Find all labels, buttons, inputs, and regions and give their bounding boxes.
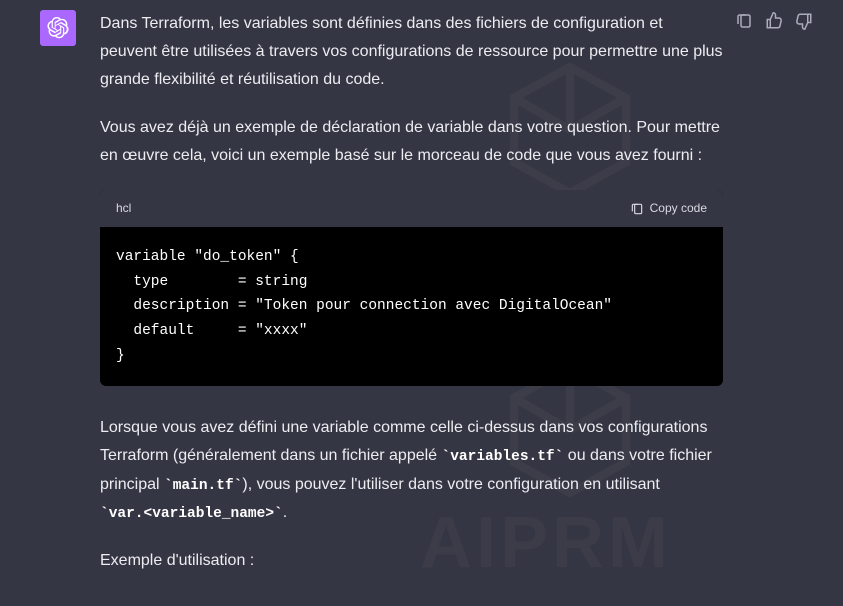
assistant-avatar bbox=[40, 10, 76, 46]
message-content: Dans Terraform, les variables sont défin… bbox=[100, 10, 723, 595]
thumbs-up-icon bbox=[765, 12, 783, 30]
code-block: hcl Copy code variable "do_token" { type… bbox=[100, 190, 723, 386]
text-span: ), vous pouvez l'utiliser dans votre con… bbox=[242, 476, 660, 493]
paragraph: Dans Terraform, les variables sont défin… bbox=[100, 10, 723, 94]
paragraph: Vous avez déjà un exemple de déclaration… bbox=[100, 114, 723, 170]
copy-message-button[interactable] bbox=[735, 12, 753, 30]
code-body[interactable]: variable "do_token" { type = string desc… bbox=[100, 227, 723, 386]
message-container: Dans Terraform, les variables sont défin… bbox=[0, 0, 843, 595]
inline-code: variables.tf bbox=[442, 449, 564, 465]
code-block-header: hcl Copy code bbox=[100, 190, 723, 227]
thumbs-down-button[interactable] bbox=[795, 12, 813, 30]
message-actions bbox=[735, 10, 813, 595]
inline-code: main.tf bbox=[164, 478, 242, 494]
code-language-label: hcl bbox=[116, 198, 131, 219]
thumbs-up-button[interactable] bbox=[765, 12, 783, 30]
paragraph: Lorsque vous avez défini une variable co… bbox=[100, 414, 723, 527]
inline-code: var.<variable_name> bbox=[100, 506, 283, 522]
copy-code-label: Copy code bbox=[650, 198, 707, 219]
openai-logo-icon bbox=[47, 17, 69, 39]
clipboard-icon bbox=[735, 12, 753, 30]
thumbs-down-icon bbox=[795, 12, 813, 30]
clipboard-icon bbox=[630, 202, 644, 216]
paragraph: Exemple d'utilisation : bbox=[100, 547, 723, 575]
text-span: . bbox=[283, 504, 287, 521]
copy-code-button[interactable]: Copy code bbox=[630, 198, 707, 219]
